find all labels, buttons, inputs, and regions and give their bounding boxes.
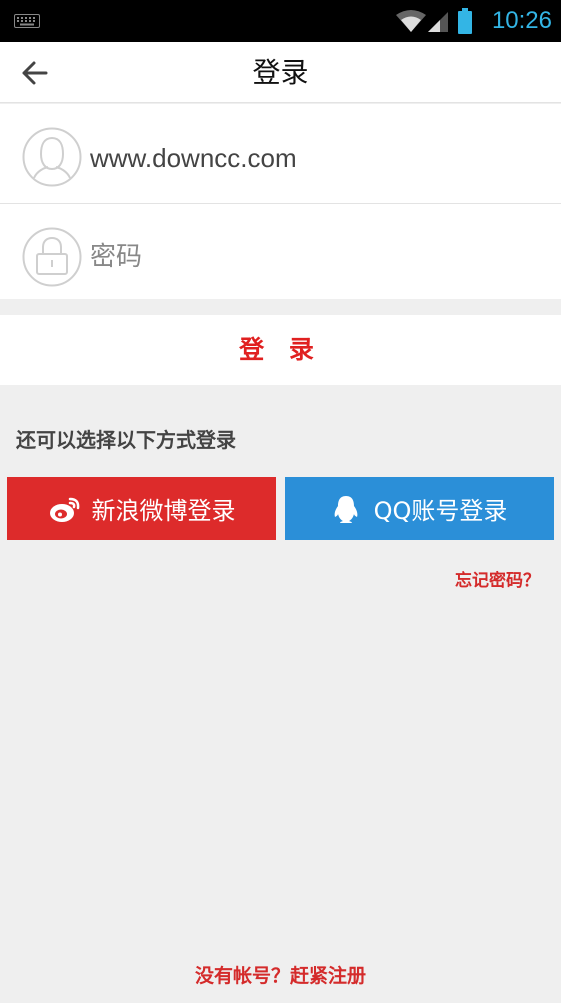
battery-icon bbox=[458, 8, 472, 34]
user-avatar-icon bbox=[22, 127, 82, 187]
qq-login-button[interactable]: QQ账号登录 bbox=[285, 477, 554, 540]
status-time: 10:26 bbox=[491, 7, 552, 34]
title-bar: 登录 bbox=[0, 42, 561, 103]
weibo-login-label: 新浪微博登录 bbox=[91, 497, 236, 525]
username-row bbox=[0, 104, 561, 204]
qq-penguin-icon bbox=[334, 495, 357, 523]
keyboard-icon bbox=[14, 14, 40, 28]
login-button[interactable]: 登 录 bbox=[0, 315, 561, 385]
weibo-icon bbox=[49, 497, 79, 522]
qq-login-label: QQ账号登录 bbox=[373, 497, 508, 525]
signal-icon bbox=[428, 12, 448, 32]
weibo-login-button[interactable]: 新浪微博登录 bbox=[7, 477, 276, 540]
forgot-password-link[interactable]: 忘记密码？ bbox=[455, 566, 540, 591]
password-input[interactable] bbox=[90, 233, 541, 279]
page-title: 登录 bbox=[252, 56, 309, 89]
register-link[interactable]: 没有帐号？赶紧注册 bbox=[0, 961, 561, 988]
status-bar: 10:26 bbox=[0, 0, 561, 42]
lock-icon bbox=[22, 227, 82, 287]
password-row bbox=[0, 204, 561, 299]
wifi-icon bbox=[396, 10, 426, 32]
alt-login-label: 还可以选择以下方式登录 bbox=[16, 428, 236, 452]
username-input[interactable] bbox=[90, 135, 541, 181]
